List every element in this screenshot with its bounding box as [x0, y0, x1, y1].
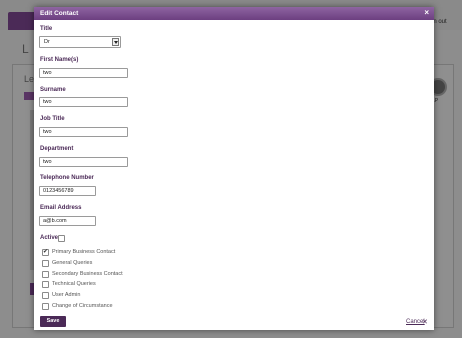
surname-field[interactable]: two [39, 97, 128, 107]
email-field[interactable]: a@b.com [39, 216, 96, 226]
telephone-field[interactable]: 0123456789 [39, 186, 96, 196]
title-select[interactable]: Dr [39, 36, 121, 48]
role-checkbox[interactable] [42, 248, 49, 256]
email-label: Email Address [40, 205, 82, 211]
edit-contact-dialog: Edit Contact × Title Dr First Name(s) tw… [34, 7, 434, 330]
dialog-titlebar: Edit Contact × [34, 7, 434, 20]
background-subheading: Le [24, 74, 35, 84]
department-field[interactable]: two [39, 157, 128, 167]
cancel-icon[interactable]: ✕ [422, 318, 428, 326]
job-title-label: Job Title [40, 116, 65, 122]
role-checkbox[interactable] [42, 281, 49, 289]
active-checkbox[interactable] [58, 235, 65, 242]
dialog-title: Edit Contact [40, 10, 79, 17]
title-select-value: Dr [44, 39, 50, 45]
first-name-label: First Name(s) [40, 57, 79, 63]
role-checkbox-label: Secondary Business Contact [52, 270, 123, 277]
role-checkbox-label: General Queries [52, 259, 93, 266]
role-checkbox[interactable] [42, 270, 49, 278]
background-heading: L [22, 42, 29, 56]
close-icon[interactable]: × [424, 9, 429, 17]
job-title-field[interactable]: two [39, 127, 128, 137]
active-label: Active [40, 235, 59, 241]
role-checkbox[interactable] [42, 259, 49, 267]
title-label: Title [40, 26, 53, 32]
role-checkbox-label: User Admin [52, 292, 81, 299]
telephone-label: Telephone Number [40, 175, 94, 181]
role-checkbox[interactable] [42, 303, 49, 310]
role-checkbox[interactable] [42, 292, 49, 300]
role-checkbox-label: Technical Queries [52, 281, 96, 288]
chevron-down-icon[interactable] [112, 38, 119, 46]
save-button[interactable]: Save [40, 316, 66, 327]
department-label: Department [40, 146, 74, 152]
first-name-field[interactable]: two [39, 68, 128, 78]
surname-label: Surname [40, 87, 66, 93]
role-checkbox-label: Change of Circumstance [52, 303, 113, 309]
role-checkbox-label: Primary Business Contact [52, 249, 116, 255]
